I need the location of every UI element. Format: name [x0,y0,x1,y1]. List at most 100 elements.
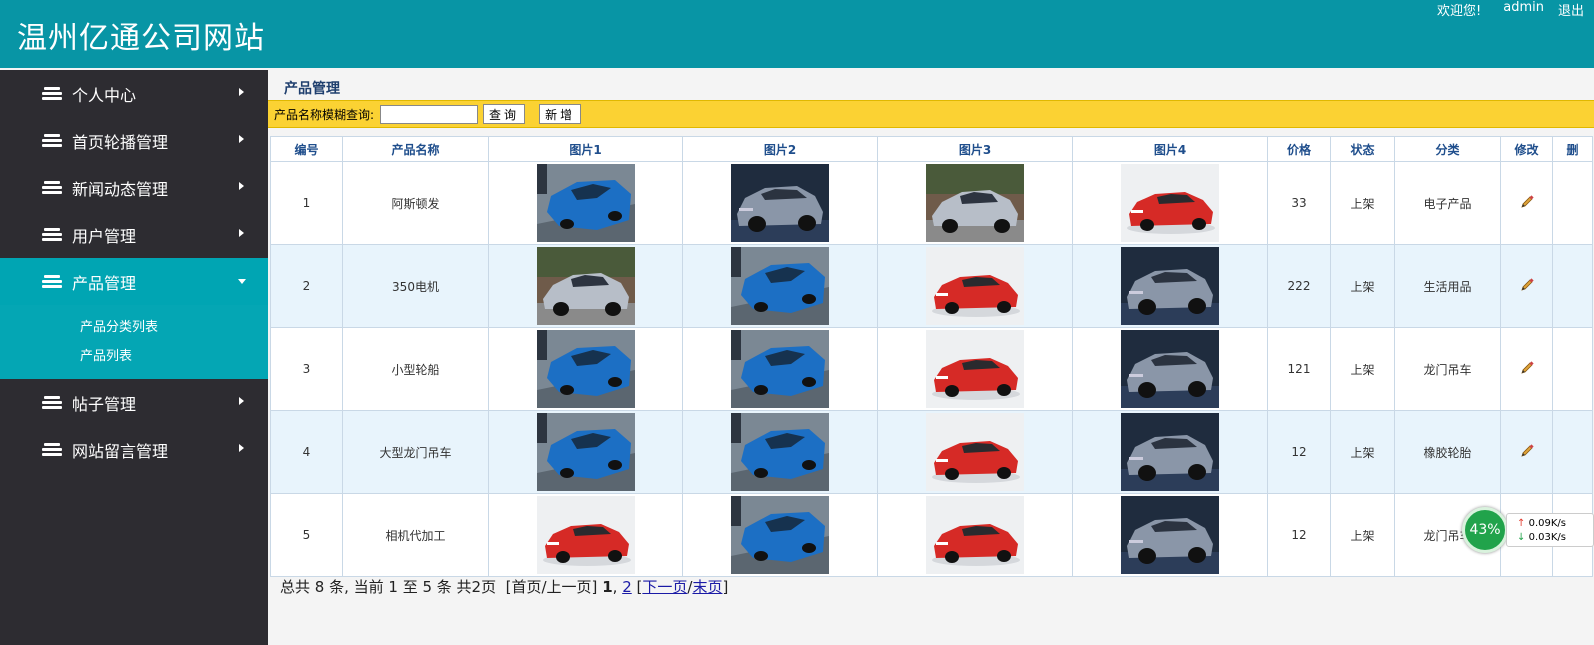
sidebar-item-5[interactable]: 帖子管理 [0,379,268,426]
cell-edit [1500,161,1553,245]
caret-right-icon [239,229,244,237]
sidebar-item-1[interactable]: 首页轮播管理 [0,117,268,164]
pager-last[interactable]: 末页 [692,578,722,596]
product-image[interactable] [1121,164,1219,242]
cell-category: 橡胶轮胎 [1394,410,1501,494]
product-image[interactable] [1121,496,1219,574]
cell-id: 3 [270,327,343,411]
cell-name: 大型龙门吊车 [342,410,489,494]
product-image[interactable] [536,496,635,574]
pencil-edit-icon[interactable] [1519,360,1535,379]
cell-edit [1500,244,1553,328]
network-speed-widget[interactable]: 43% ↑ 0.09K/s ↓ 0.03K/s [1462,507,1594,555]
product-image[interactable] [731,247,829,325]
product-image[interactable] [536,247,635,325]
menu-stack-icon [42,442,62,457]
menu-stack-icon [42,227,62,242]
cell-delete [1552,410,1593,494]
pencil-edit-icon[interactable] [1519,443,1535,462]
column-header: 图片2 [682,136,878,162]
cell-image [682,410,878,494]
query-button[interactable]: 查询 [483,104,526,124]
main-content: 产品管理 产品名称模糊查询: 查询 新增 编号 产品名称 图片1 图片2 图片3 图片4 价… [268,70,1594,645]
cell-status: 上架 [1330,327,1395,411]
cell-image [1072,493,1268,577]
product-image[interactable] [926,164,1024,242]
column-header: 价格 [1267,136,1331,162]
upload-arrow-icon: ↑ [1517,518,1526,529]
cell-status: 上架 [1330,244,1395,328]
cell-name: 小型轮船 [342,327,489,411]
cell-price: 12 [1267,410,1331,494]
cell-id: 1 [270,161,343,245]
product-image[interactable] [731,330,829,408]
cell-image [1072,327,1268,411]
cell-image [682,327,878,411]
cell-edit [1500,327,1553,411]
menu-stack-icon [42,180,62,195]
cell-delete [1552,327,1593,411]
site-title: 温州亿通公司网站 [17,21,265,56]
sidebar-item-4[interactable]: 产品管理 [0,258,268,305]
product-image[interactable] [926,330,1024,408]
product-image[interactable] [731,164,829,242]
sidebar: 个人中心 首页轮播管理新闻动态管理用户管理 产品管理产品分类列表 产品列表帖子管理网站… [0,70,268,645]
pager-page-2[interactable]: 2 [622,578,632,596]
cell-delete [1552,244,1593,328]
cell-edit [1500,410,1553,494]
top-header: 温州亿通公司网站 欢迎您! admin 退出 [0,0,1594,68]
product-table: 编号 产品名称 图片1 图片2 图片3 图片4 价格 状态 分类 修改删 1 阿斯顿发 33 上架 电子产… [270,136,1593,577]
product-image[interactable] [1121,247,1219,325]
menu-stack-icon [42,274,62,289]
product-image[interactable] [731,413,829,491]
product-image[interactable] [1121,413,1219,491]
subnav-item-1[interactable]: 产品列表 [0,342,268,371]
net-speed-panel: ↑ 0.09K/s ↓ 0.03K/s [1506,513,1594,547]
cell-image [877,327,1073,411]
product-image[interactable] [536,413,635,491]
product-image[interactable] [731,496,829,574]
product-image[interactable] [536,330,635,408]
cell-image [488,244,683,328]
cell-category: 生活用品 [1394,244,1501,328]
product-image[interactable] [536,164,635,242]
sidebar-item-2[interactable]: 新闻动态管理 [0,164,268,211]
cell-image [1072,410,1268,494]
cell-image [488,327,683,411]
add-button[interactable]: 新增 [539,104,582,124]
cell-id: 5 [270,493,343,577]
table-row: 3 小型轮船 121 上架 龙门吊车 [270,327,1593,411]
upload-speed: 0.09K/s [1528,518,1566,529]
search-bar: 产品名称模糊查询: 查询 新增 [268,100,1594,128]
caret-right-icon [239,444,244,452]
pager-summary: 总共 8 条, 当前 1 至 5 条 共2页 [280,578,497,596]
subnav-item-0[interactable]: 产品分类列表 [0,313,268,342]
product-image[interactable] [926,496,1024,574]
sidebar-item-label: 新闻动态管理 [72,179,169,199]
cell-id: 4 [270,410,343,494]
cell-image [877,410,1073,494]
sidebar-item-3[interactable]: 用户管理 [0,211,268,258]
cell-price: 222 [1267,244,1331,328]
sidebar-item-6[interactable]: 网站留言管理 [0,426,268,473]
product-image[interactable] [926,413,1024,491]
cell-image [488,410,683,494]
pencil-edit-icon[interactable] [1519,194,1535,213]
menu-stack-icon [42,395,62,410]
cell-status: 上架 [1330,410,1395,494]
logout-link[interactable]: 退出 [1558,0,1584,19]
table-header-row: 编号 产品名称 图片1 图片2 图片3 图片4 价格 状态 分类 修改删 [270,136,1593,162]
download-speed: 0.03K/s [1528,532,1566,543]
pencil-edit-icon[interactable] [1519,277,1535,296]
product-image[interactable] [926,247,1024,325]
product-image[interactable] [1121,330,1219,408]
search-input[interactable] [380,104,479,124]
cell-image [488,161,683,245]
sidebar-item-0[interactable]: 个人中心 [0,70,268,117]
cell-image [488,493,683,577]
cell-image [1072,244,1268,328]
welcome-text: 欢迎您! [1437,4,1482,19]
sidebar-item-label: 网站留言管理 [72,441,169,461]
username-link[interactable]: admin [1503,0,1544,19]
pager-next[interactable]: 下一页 [642,578,687,596]
